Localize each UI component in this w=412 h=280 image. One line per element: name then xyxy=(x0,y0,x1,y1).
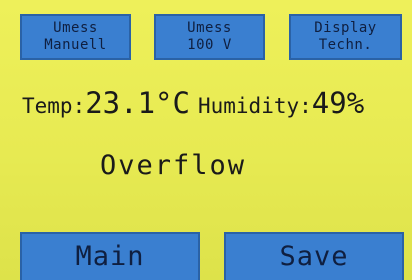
temp-label: Temp: xyxy=(22,94,86,118)
umess-100v-label-line1: Umess xyxy=(187,20,232,36)
umess-manuell-button[interactable]: Umess Manuell xyxy=(20,14,131,60)
display-techn-label-line1: Display xyxy=(314,20,377,36)
humidity-value: 49% xyxy=(311,86,365,120)
display-techn-label-line2: Techn. xyxy=(318,37,373,53)
temp-value: 23.1°C xyxy=(85,86,190,120)
save-button[interactable]: Save xyxy=(224,232,404,280)
umess-100v-button[interactable]: Umess 100 V xyxy=(154,14,265,60)
umess-manuell-label-line2: Manuell xyxy=(44,37,107,53)
main-button-label: Main xyxy=(75,241,145,272)
display-techn-button[interactable]: Display Techn. xyxy=(289,14,402,60)
humidity-label: Humidity: xyxy=(197,94,312,118)
status-message: Overflow xyxy=(100,150,247,181)
umess-100v-label-line2: 100 V xyxy=(187,37,232,53)
main-button[interactable]: Main xyxy=(20,232,200,280)
umess-manuell-label-line1: Umess xyxy=(53,20,98,36)
save-button-label: Save xyxy=(279,241,349,272)
sensor-readings: Temp:23.1°C Humidity:49% xyxy=(22,86,406,128)
touch-display-screen: Umess Manuell Umess 100 V Display Techn.… xyxy=(0,0,412,280)
